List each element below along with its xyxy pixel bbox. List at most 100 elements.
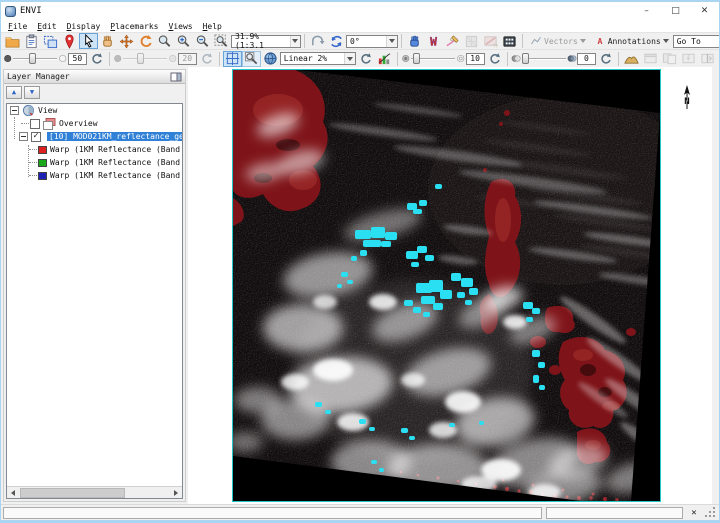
maximize-button[interactable]: □ xyxy=(661,2,690,20)
collapse-all-button[interactable]: ▲ xyxy=(6,86,22,99)
histogram-icon xyxy=(377,51,392,66)
menu-help[interactable]: Help xyxy=(198,20,227,33)
pan-arrows-icon xyxy=(119,34,134,49)
tree-row-band-blue[interactable]: Warp (1KM Reflectance (Band 4) [50 xyxy=(7,169,182,182)
zoom-fit-button[interactable] xyxy=(212,33,231,49)
zoom-interactive-button[interactable] xyxy=(155,33,174,49)
tree-row-view[interactable]: View xyxy=(7,104,182,117)
magnifier-dashed-icon xyxy=(214,34,229,49)
brightness-slider[interactable] xyxy=(12,52,58,66)
collapse-expander-icon[interactable] xyxy=(10,106,19,115)
goto-combo[interactable]: Go To xyxy=(673,35,720,48)
pan-arrows-button[interactable] xyxy=(117,33,136,49)
stretch-refresh-button[interactable] xyxy=(356,51,375,67)
scrollbar-track[interactable] xyxy=(19,487,170,499)
chevron-down-icon[interactable] xyxy=(386,36,397,47)
tree-row-overview[interactable]: Overview xyxy=(7,117,182,130)
crosshair-box-icon xyxy=(225,51,240,66)
dock-panel-icon[interactable] xyxy=(170,72,182,82)
select-tool-button[interactable] xyxy=(79,33,98,49)
status-close-button[interactable]: ✕ xyxy=(687,507,701,519)
transparency-refresh-button[interactable] xyxy=(596,51,615,67)
menu-views[interactable]: Views xyxy=(163,20,197,33)
toolbar-separator xyxy=(109,52,110,66)
annotations-dropdown[interactable]: A Annotations xyxy=(590,35,673,47)
tree-row-band-green[interactable]: Warp (1KM Reflectance (Band 1) [25 xyxy=(7,156,182,169)
histogram-stretch-button[interactable] xyxy=(375,51,394,67)
chevron-down-icon[interactable] xyxy=(344,53,355,64)
grid-tool-button[interactable] xyxy=(462,33,481,49)
contrast-high-icon xyxy=(168,52,177,65)
portal-icon xyxy=(643,51,658,66)
chevron-down-icon[interactable] xyxy=(290,36,300,47)
toolbar-separator xyxy=(522,34,523,48)
chevron-down-icon xyxy=(580,39,586,43)
contrast-slider[interactable] xyxy=(122,52,168,66)
blend-button[interactable] xyxy=(660,51,679,67)
close-button[interactable]: ✕ xyxy=(690,2,719,20)
zoom-level-combo[interactable]: 31.9% (1:3.1 xyxy=(231,35,301,48)
satellite-image[interactable] xyxy=(233,70,660,501)
rotate-view-button[interactable] xyxy=(327,33,346,49)
stretch-on-view-button[interactable] xyxy=(223,51,242,67)
fly-hand-icon xyxy=(407,34,422,49)
chip-view-button[interactable] xyxy=(41,33,60,49)
brightness-value[interactable]: 50 xyxy=(68,53,87,65)
tree-horizontal-scrollbar[interactable] xyxy=(7,486,182,498)
fly-tool-button[interactable] xyxy=(405,33,424,49)
contrast-refresh-button[interactable] xyxy=(197,51,216,67)
stretch-type-combo[interactable]: Linear 2% xyxy=(280,52,356,65)
scroll-right-arrow[interactable] xyxy=(170,487,182,499)
resize-grip-icon[interactable] xyxy=(705,507,717,519)
sharpen-slider[interactable] xyxy=(410,52,456,66)
menu-display[interactable]: Display xyxy=(62,20,106,33)
tree-connector xyxy=(29,149,37,150)
stretch-on-box-button[interactable] xyxy=(242,51,261,67)
menu-edit[interactable]: Edit xyxy=(32,20,61,33)
scrollbar-thumb[interactable] xyxy=(20,488,125,498)
cursor-value-button[interactable] xyxy=(500,33,519,49)
scroll-left-arrow[interactable] xyxy=(7,487,19,499)
annotation-draw-button[interactable] xyxy=(443,33,462,49)
transparency-value[interactable]: 0 xyxy=(577,53,596,65)
image-frame[interactable] xyxy=(232,69,661,502)
portal-w-button[interactable]: W xyxy=(424,33,443,49)
image-view-area[interactable]: N xyxy=(188,67,712,504)
zoom-out-button[interactable] xyxy=(193,33,212,49)
transparency-clear-icon xyxy=(567,52,577,65)
raster-checkbox[interactable]: ✓ xyxy=(31,132,41,142)
overview-checkbox[interactable] xyxy=(30,119,40,129)
brightness-refresh-button[interactable] xyxy=(87,51,106,67)
placemark-button[interactable] xyxy=(60,33,79,49)
magnifier-minus-icon xyxy=(195,34,210,49)
menu-file[interactable]: File xyxy=(3,20,32,33)
collapse-expander-icon[interactable] xyxy=(19,132,28,141)
flicker-button[interactable] xyxy=(679,51,698,67)
sharpen-refresh-button[interactable] xyxy=(485,51,504,67)
minimize-button[interactable]: – xyxy=(632,2,661,20)
open-file-button[interactable] xyxy=(3,33,22,49)
transparency-slider[interactable] xyxy=(521,52,567,66)
data-manager-button[interactable] xyxy=(22,33,41,49)
rotate-tool-button[interactable] xyxy=(136,33,155,49)
zoom-in-button[interactable] xyxy=(174,33,193,49)
rotate-icon xyxy=(138,34,153,49)
pan-hand-button[interactable] xyxy=(98,33,117,49)
expand-all-button[interactable]: ▼ xyxy=(24,86,40,99)
cursor-value-icon xyxy=(502,34,517,49)
swipe-button[interactable] xyxy=(698,51,717,67)
rotate-up-button[interactable] xyxy=(308,33,327,49)
raster-label: [10] MOD021KM_reflectance_geo.dat xyxy=(47,132,183,141)
contrast-value[interactable]: 20 xyxy=(178,53,197,65)
vectors-dropdown[interactable]: Vectors xyxy=(526,35,590,47)
tree-row-raster[interactable]: ✓ [10] MOD021KM_reflectance_geo.dat xyxy=(7,130,182,143)
terrain-button[interactable] xyxy=(622,51,641,67)
tree-row-band-red[interactable]: Warp (1KM Reflectance (Band 2) [25 xyxy=(7,143,182,156)
portal-button[interactable] xyxy=(641,51,660,67)
flicker-icon xyxy=(681,51,696,66)
sharpen-value[interactable]: 10 xyxy=(466,53,485,65)
rotation-combo[interactable]: 0° xyxy=(346,35,398,48)
full-extent-button[interactable] xyxy=(261,51,280,67)
menu-placemarks[interactable]: Placemarks xyxy=(105,20,163,33)
mensuration-button[interactable]: TM xyxy=(481,33,500,49)
